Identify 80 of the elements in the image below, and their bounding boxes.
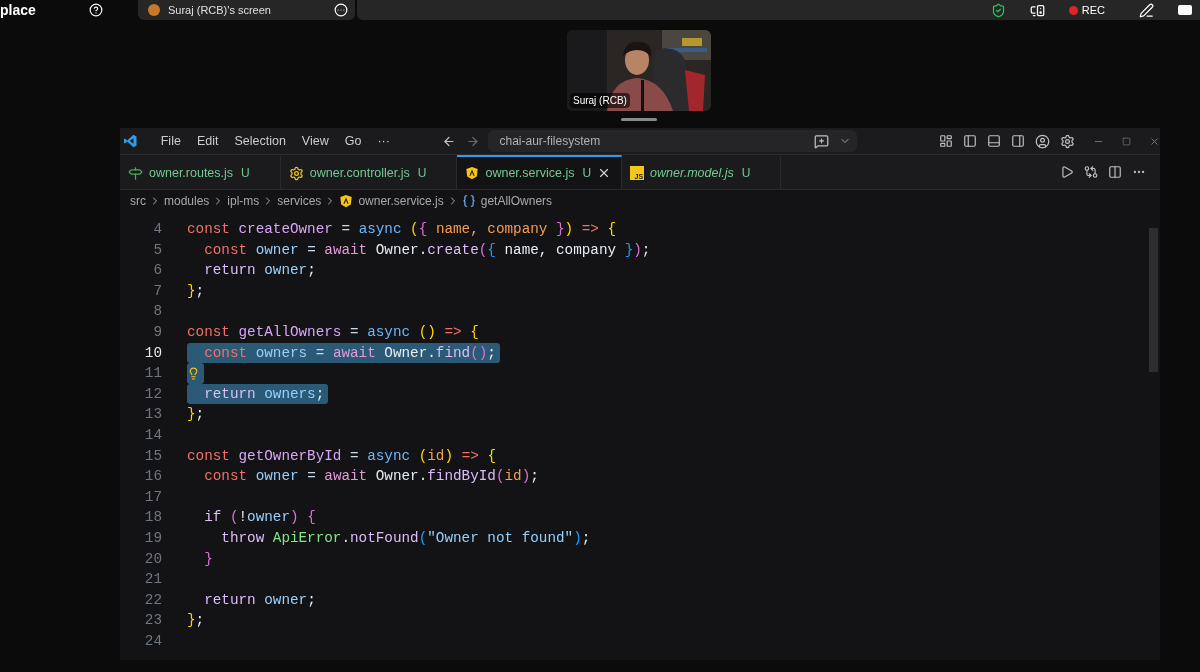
line-number: 19 [143, 528, 162, 548]
account-icon[interactable] [1035, 133, 1050, 149]
sidebar-right-icon[interactable] [1011, 134, 1025, 148]
panel-icon[interactable] [1178, 5, 1192, 15]
breadcrumb-item[interactable]: modules [164, 192, 210, 210]
shield-icon [465, 166, 480, 180]
line-number: 24 [143, 631, 162, 651]
code-line: const owner = await Owner.findById(id); [203, 467, 539, 487]
code-line: }; [187, 281, 205, 301]
editor-tab[interactable]: owner.service.js U [457, 155, 623, 189]
chat-icon[interactable] [814, 133, 829, 149]
code-line: }; [187, 611, 205, 631]
menu-item[interactable]: View [293, 131, 337, 151]
line-number: 21 [143, 570, 162, 590]
line-number: 7 [152, 281, 162, 301]
video-tile[interactable]: Suraj (RCB) [567, 30, 711, 111]
line-number: 14 [143, 425, 162, 445]
shield-icon[interactable] [990, 2, 1006, 18]
code-line: const createOwner = async ({ name, company }) => { [187, 220, 617, 239]
line-number: 4 [152, 220, 162, 239]
line-number: 18 [143, 508, 162, 528]
avatar-icon [148, 4, 160, 16]
line-number: 8 [152, 302, 162, 322]
breadcrumb-item[interactable]: owner.service.js [339, 192, 444, 210]
line-number: 20 [143, 549, 162, 569]
shield-icon [339, 194, 354, 208]
code-line: const getAllOwners = async () => { [187, 322, 479, 342]
gear-icon [288, 165, 304, 181]
code-line: } [203, 549, 213, 569]
sidebar-left-icon[interactable] [963, 134, 977, 148]
compare-icon[interactable] [1084, 165, 1098, 179]
menu-item[interactable]: Selection [226, 131, 294, 151]
more-icon[interactable] [334, 3, 348, 17]
breadcrumb-item[interactable]: ipl-ms [227, 192, 260, 210]
settings-icon[interactable] [1060, 133, 1075, 149]
code-line: throw ApiError.notFound("Owner not found"); [220, 528, 591, 548]
drag-handle[interactable] [621, 118, 657, 121]
line-number: 6 [152, 261, 162, 281]
breadcrumb-item[interactable]: services [277, 192, 322, 210]
audio-device-icon[interactable] [1029, 2, 1045, 18]
menu-item[interactable]: ··· [369, 131, 398, 151]
close-icon[interactable] [1149, 135, 1160, 147]
code-line: }; [187, 405, 205, 425]
line-number: 22 [143, 590, 162, 610]
line-number: 17 [143, 487, 162, 507]
line-number: 13 [143, 405, 162, 425]
split-editor-icon[interactable] [1108, 165, 1122, 179]
lightbulb-icon[interactable] [187, 366, 200, 380]
code-line: return owner; [203, 261, 316, 281]
search-field[interactable]: chai-aur-filesystem [487, 130, 857, 152]
line-number: 23 [143, 611, 162, 631]
participant-name: Suraj (RCB) [570, 93, 630, 108]
code-line: if (!owner) { [203, 508, 316, 528]
layout-icon[interactable] [939, 134, 953, 148]
window-title: place [0, 3, 36, 17]
line-number: 15 [143, 446, 162, 466]
line-number: 12 [143, 384, 162, 404]
run-icon[interactable] [1060, 165, 1074, 179]
line-number: 5 [152, 240, 162, 260]
symbol-icon [461, 194, 476, 208]
breadcrumb-item[interactable]: getAllOwners [461, 192, 553, 210]
menu-item[interactable]: File [152, 131, 189, 151]
line-number: 9 [152, 322, 162, 342]
code-line: const getOwnerById = async (id) => { [187, 446, 496, 466]
code-line: const owner = await Owner.create({ name, company }); [203, 240, 651, 260]
scrollbar-thumb[interactable] [1149, 228, 1158, 372]
menu-item[interactable]: Go [336, 131, 370, 151]
shared-screen-tab[interactable]: Suraj (RCB)'s screen [138, 0, 355, 20]
line-number: 16 [143, 467, 162, 487]
menu-item[interactable]: Edit [188, 131, 227, 151]
signpost-icon [128, 165, 143, 181]
app-logo [123, 133, 138, 149]
pen-icon[interactable] [1139, 2, 1154, 18]
line-number: 11 [143, 364, 162, 384]
recording-indicator[interactable]: REC [1068, 1, 1105, 19]
code-line: return owner; [203, 590, 316, 610]
breadcrumb-item[interactable]: src [130, 192, 146, 210]
line-number: 10 [143, 343, 162, 363]
panel-bottom-icon[interactable] [987, 134, 1001, 148]
help-icon[interactable] [89, 3, 103, 17]
